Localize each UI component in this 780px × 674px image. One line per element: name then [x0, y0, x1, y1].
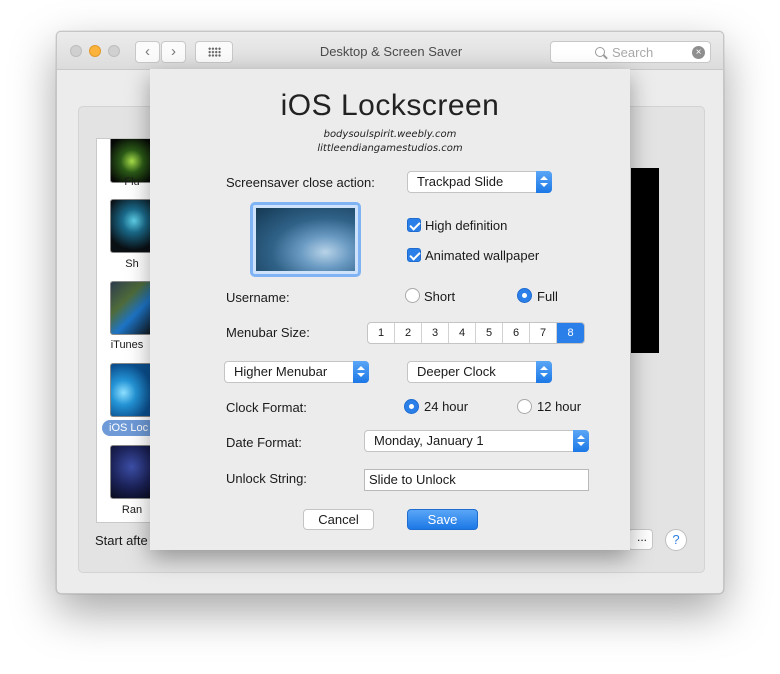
menubar-size-8[interactable]: 8 [557, 323, 584, 343]
show-all-button[interactable] [195, 41, 233, 63]
popup-stepper-icon [536, 171, 552, 193]
credit-website-2: littleendiangamestudios.com [317, 143, 463, 154]
options-button[interactable]: ... [628, 529, 653, 550]
date-format-label: Date Format: [226, 435, 302, 450]
clock-style-value: Deeper Clock [417, 364, 496, 379]
clear-search-icon[interactable]: × [692, 46, 705, 59]
chevron-right-icon: › [171, 43, 176, 60]
clock-24-hour-label: 24 hour [424, 399, 469, 414]
high-definition-checkbox[interactable] [407, 218, 421, 232]
grid-icon [208, 47, 221, 57]
close-action-value: Trackpad Slide [417, 174, 504, 189]
chevron-left-icon: ‹ [145, 43, 150, 60]
random-thumbnail[interactable] [110, 445, 154, 499]
screensaver-preview [631, 168, 659, 353]
cancel-button[interactable]: Cancel [303, 509, 374, 530]
menubar-size-5[interactable]: 5 [476, 323, 503, 343]
menubar-size-2[interactable]: 2 [395, 323, 422, 343]
clock-format-label: Clock Format: [226, 400, 307, 415]
menubar-size-7[interactable]: 7 [530, 323, 557, 343]
menubar-size-segmented-control[interactable]: 1 2 3 4 5 6 7 8 [367, 322, 585, 344]
ios-lockscreen-thumbnail[interactable] [110, 363, 154, 417]
popup-stepper-icon [353, 361, 369, 383]
close-action-popup[interactable]: Trackpad Slide [407, 171, 552, 193]
unlock-string-label: Unlock String: [226, 471, 307, 486]
username-short-label: Short [424, 289, 456, 304]
menubar-size-6[interactable]: 6 [503, 323, 530, 343]
animated-wallpaper-checkbox[interactable] [407, 248, 421, 262]
clock-12-hour-radio[interactable] [517, 399, 532, 414]
search-input[interactable]: Search × [550, 41, 711, 63]
menubar-size-3[interactable]: 3 [422, 323, 449, 343]
search-icon [595, 47, 605, 57]
close-action-label: Screensaver close action: [226, 175, 375, 190]
search-placeholder: Search [612, 45, 654, 60]
animated-wallpaper-label: Animated wallpaper [425, 248, 540, 263]
wallpaper-preview[interactable] [250, 202, 361, 277]
menubar-size-1[interactable]: 1 [368, 323, 395, 343]
clock-12-hour-label: 12 hour [537, 399, 582, 414]
username-full-label: Full [537, 289, 558, 304]
zoom-window-button[interactable] [108, 45, 120, 57]
minimize-window-button[interactable] [89, 45, 101, 57]
menubar-size-4[interactable]: 4 [449, 323, 476, 343]
start-after-label: Start afte [95, 533, 148, 548]
forward-button[interactable]: › [161, 41, 186, 63]
list-item-label: iTunes [110, 339, 144, 351]
shell-thumbnail[interactable] [110, 199, 154, 253]
date-format-popup[interactable]: Monday, January 1 [364, 430, 589, 452]
clock-24-hour-radio[interactable] [404, 399, 419, 414]
username-short-radio[interactable] [405, 288, 420, 303]
popup-stepper-icon [536, 361, 552, 383]
window-title: Desktop & Screen Saver [319, 44, 463, 59]
username-label: Username: [226, 290, 290, 305]
itunes-artwork-thumbnail[interactable] [110, 281, 154, 335]
back-button[interactable]: ‹ [135, 41, 160, 63]
high-definition-label: High definition [425, 218, 508, 233]
wallpaper-image [256, 208, 355, 271]
unlock-string-field[interactable]: Slide to Unlock [364, 469, 589, 491]
menubar-size-label: Menubar Size: [226, 325, 310, 340]
username-full-radio[interactable] [517, 288, 532, 303]
credit-website-1: bodysoulspirit.weebly.com [323, 129, 457, 140]
clock-style-popup[interactable]: Deeper Clock [407, 361, 552, 383]
title-bar: ‹ › Desktop & Screen Saver Search × [57, 32, 723, 70]
save-button[interactable]: Save [407, 509, 478, 530]
ios-lockscreen-options-sheet: iOS Lockscreen bodysoulspirit.weebly.com… [150, 69, 630, 550]
menubar-style-value: Higher Menubar [234, 364, 328, 379]
menubar-style-popup[interactable]: Higher Menubar [224, 361, 369, 383]
help-button[interactable]: ? [665, 529, 687, 551]
close-window-button[interactable] [70, 45, 82, 57]
date-format-value: Monday, January 1 [374, 433, 484, 448]
sheet-title: iOS Lockscreen [280, 89, 500, 122]
popup-stepper-icon [573, 430, 589, 452]
